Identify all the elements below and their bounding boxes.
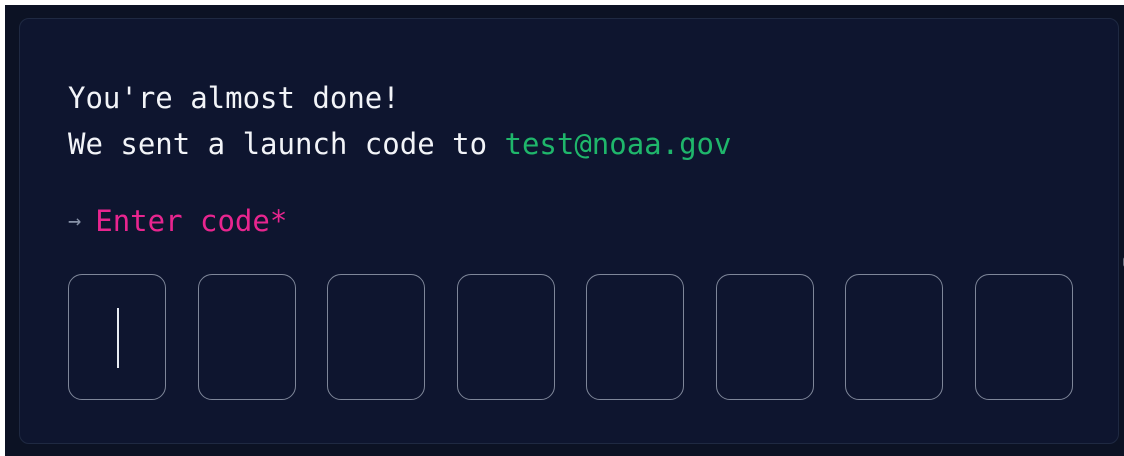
code-label-row: → Enter code*: [68, 201, 287, 245]
heading: You're almost done! We sent a launch cod…: [68, 75, 731, 167]
heading-subtitle: We sent a launch code to test@noaa.gov: [68, 121, 731, 167]
arrow-right-icon: →: [68, 209, 82, 234]
code-digit-2[interactable]: [197, 274, 296, 400]
app-background: You're almost done! We sent a launch cod…: [5, 5, 1124, 456]
verification-card: You're almost done! We sent a launch cod…: [19, 18, 1119, 444]
code-digit-8[interactable]: [974, 274, 1073, 400]
code-digit-1[interactable]: [68, 274, 166, 400]
code-digit-7[interactable]: [845, 274, 944, 400]
code-input-group: [68, 274, 1073, 400]
code-digit-6[interactable]: [715, 274, 814, 400]
text-caret: [117, 308, 119, 368]
code-digit-4[interactable]: [456, 274, 555, 400]
heading-title: You're almost done!: [68, 81, 400, 115]
email-address: test@noaa.gov: [504, 127, 732, 161]
code-digit-3[interactable]: [327, 274, 426, 400]
code-digit-5[interactable]: [586, 274, 685, 400]
code-label: Enter code*: [95, 204, 288, 238]
sent-message: We sent a launch code to: [68, 127, 505, 161]
